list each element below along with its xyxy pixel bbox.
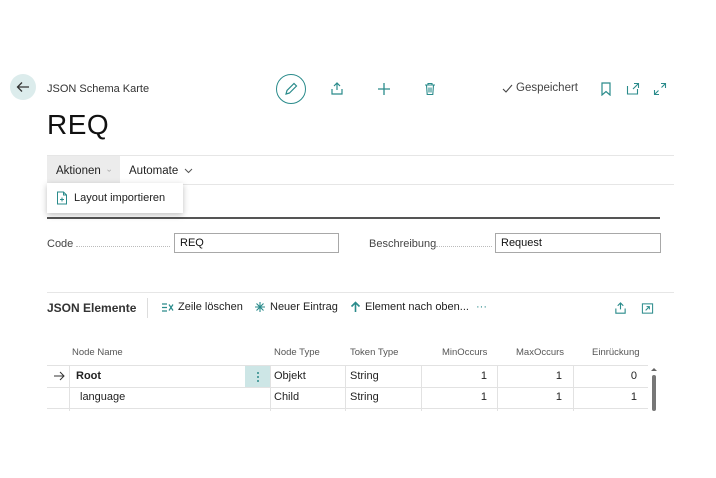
open-new-window-button[interactable]	[624, 80, 642, 98]
checkmark-icon	[502, 84, 513, 93]
cell-indent[interactable]: 1	[580, 391, 637, 403]
col-token-type[interactable]: Token Type	[350, 347, 398, 358]
more-actions-button[interactable]: ···	[476, 301, 487, 313]
chevron-down-icon	[184, 168, 193, 174]
description-label: Beschreibung	[369, 238, 437, 250]
section-divider	[47, 217, 660, 219]
cell-max-occurs[interactable]: 1	[505, 391, 562, 403]
back-button[interactable]	[10, 74, 36, 100]
add-button[interactable]	[375, 80, 393, 98]
share-icon	[614, 301, 626, 314]
cell-node-type[interactable]: Child	[274, 391, 299, 403]
col-indent[interactable]: Einrückung	[592, 347, 640, 358]
cell-node-name[interactable]: Root	[76, 370, 101, 382]
chevron-down-icon	[107, 169, 111, 172]
delete-row-label: Zeile löschen	[178, 301, 243, 313]
expand-icon	[653, 82, 667, 96]
subpage-title: JSON Elemente	[47, 301, 137, 315]
new-entry-label: Neuer Eintrag	[270, 301, 338, 313]
arrow-left-icon	[16, 82, 29, 92]
delete-row-button[interactable]: Zeile löschen	[161, 301, 243, 313]
col-node-type[interactable]: Node Type	[274, 347, 320, 358]
tab-automate[interactable]: Automate	[120, 156, 202, 185]
cell-max-occurs[interactable]: 1	[505, 370, 562, 382]
cell-min-occurs[interactable]: 1	[430, 391, 487, 403]
cell-node-name[interactable]: language	[80, 391, 125, 403]
cell-node-type[interactable]: Objekt	[274, 370, 306, 382]
tab-automate-label: Automate	[129, 164, 179, 177]
tab-aktionen-label: Aktionen	[56, 164, 101, 177]
delete-button[interactable]	[421, 80, 439, 98]
code-label: Code	[47, 238, 74, 250]
bookmark-button[interactable]	[597, 80, 615, 98]
arrow-up-icon	[350, 301, 361, 312]
description-leader	[436, 246, 492, 247]
code-field[interactable]	[174, 233, 339, 253]
cell-token-type[interactable]: String	[350, 370, 379, 382]
saved-status: Gespeichert	[502, 82, 578, 94]
menu-item-layout-importieren[interactable]: Layout importieren	[47, 183, 183, 213]
subpage-top-divider	[47, 292, 674, 293]
trash-icon	[425, 82, 435, 96]
new-entry-icon	[255, 302, 265, 312]
import-file-icon	[57, 191, 67, 205]
subpage-separator	[147, 298, 148, 318]
delete-row-icon	[162, 302, 174, 312]
code-leader	[76, 246, 170, 247]
share-button[interactable]	[328, 80, 346, 98]
col-max-occurs[interactable]: MaxOccurs	[516, 347, 564, 358]
focus-mode-icon	[641, 302, 653, 314]
new-entry-button[interactable]: Neuer Eintrag	[254, 301, 338, 313]
row-actions-button[interactable]	[245, 366, 270, 387]
move-up-button[interactable]: Element nach oben...	[350, 301, 469, 313]
col-min-occurs[interactable]: MinOccurs	[442, 347, 487, 358]
edit-button[interactable]	[276, 74, 306, 104]
move-up-label: Element nach oben...	[365, 301, 469, 313]
cell-token-type[interactable]: String	[350, 391, 379, 403]
expand-button[interactable]	[651, 80, 669, 98]
menu-item-label: Layout importieren	[74, 192, 166, 204]
bookmark-icon	[601, 82, 611, 96]
row-selected-arrow-icon	[54, 371, 65, 381]
cell-min-occurs[interactable]: 1	[430, 370, 487, 382]
plus-icon	[378, 83, 390, 95]
share-subpage-button[interactable]	[611, 299, 629, 317]
action-bar: Aktionen Automate	[47, 155, 674, 185]
tab-aktionen[interactable]: Aktionen	[47, 156, 120, 185]
more-vertical-icon	[256, 371, 259, 382]
pencil-icon	[285, 82, 298, 95]
cell-indent[interactable]: 0	[580, 370, 637, 382]
col-node-name[interactable]: Node Name	[72, 347, 123, 358]
open-new-window-icon	[626, 82, 640, 95]
description-field[interactable]	[495, 233, 661, 253]
page-title: REQ	[47, 109, 110, 140]
saved-label: Gespeichert	[516, 82, 579, 94]
focus-mode-button[interactable]	[638, 299, 656, 317]
breadcrumb: JSON Schema Karte	[47, 83, 150, 95]
share-icon	[331, 82, 343, 95]
table-scrollbar[interactable]	[650, 366, 658, 412]
